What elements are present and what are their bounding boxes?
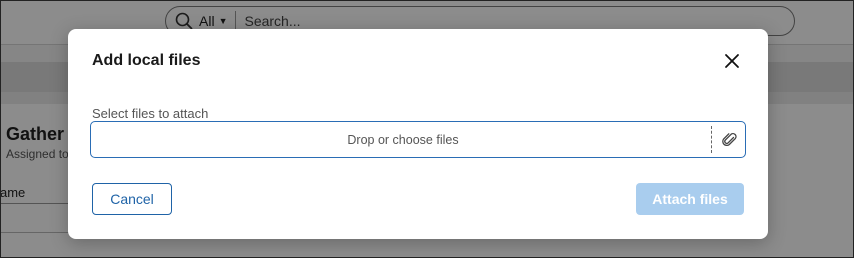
window-border <box>0 0 854 258</box>
